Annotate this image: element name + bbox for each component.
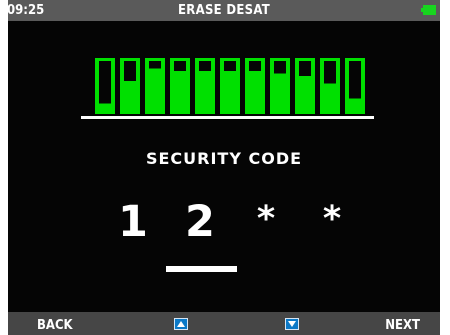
arrow-down-button[interactable] bbox=[285, 318, 299, 330]
lock-pin bbox=[270, 58, 290, 114]
screen-title: ERASE DESAT bbox=[178, 3, 270, 18]
lock-pin bbox=[345, 58, 365, 114]
code-digit-2[interactable]: 2 bbox=[178, 194, 222, 250]
device-screen: 09:25 ERASE DESAT SECURITY CODE 1 2 * * … bbox=[8, 0, 440, 335]
arrow-up-icon bbox=[177, 321, 185, 327]
battery-icon bbox=[421, 5, 436, 15]
lock-pin bbox=[320, 58, 340, 114]
arrow-up-button[interactable] bbox=[174, 318, 188, 330]
lock-pin bbox=[295, 58, 315, 114]
security-code-entry[interactable]: 1 2 * * bbox=[8, 186, 440, 276]
active-digit-cursor bbox=[166, 266, 237, 272]
next-button[interactable]: NEXT bbox=[385, 314, 420, 335]
lock-pin bbox=[170, 58, 190, 114]
pin-tumbler-lock-icon bbox=[81, 58, 374, 119]
lock-base-line bbox=[81, 116, 374, 119]
lock-pin bbox=[95, 58, 115, 114]
back-button[interactable]: BACK bbox=[37, 314, 73, 335]
code-digit-3[interactable]: * bbox=[244, 191, 288, 247]
security-code-label: SECURITY CODE bbox=[145, 149, 303, 168]
softkey-bar: BACK NEXT bbox=[8, 312, 440, 335]
lock-pin bbox=[220, 58, 240, 114]
arrow-down-icon bbox=[288, 321, 296, 327]
lock-pin bbox=[195, 58, 215, 114]
lock-pin bbox=[120, 58, 140, 114]
lock-pin bbox=[245, 58, 265, 114]
status-bar: 09:25 ERASE DESAT bbox=[8, 0, 440, 21]
lock-pin bbox=[145, 58, 165, 114]
code-digit-4[interactable]: * bbox=[310, 191, 354, 247]
code-digit-1[interactable]: 1 bbox=[111, 194, 155, 250]
